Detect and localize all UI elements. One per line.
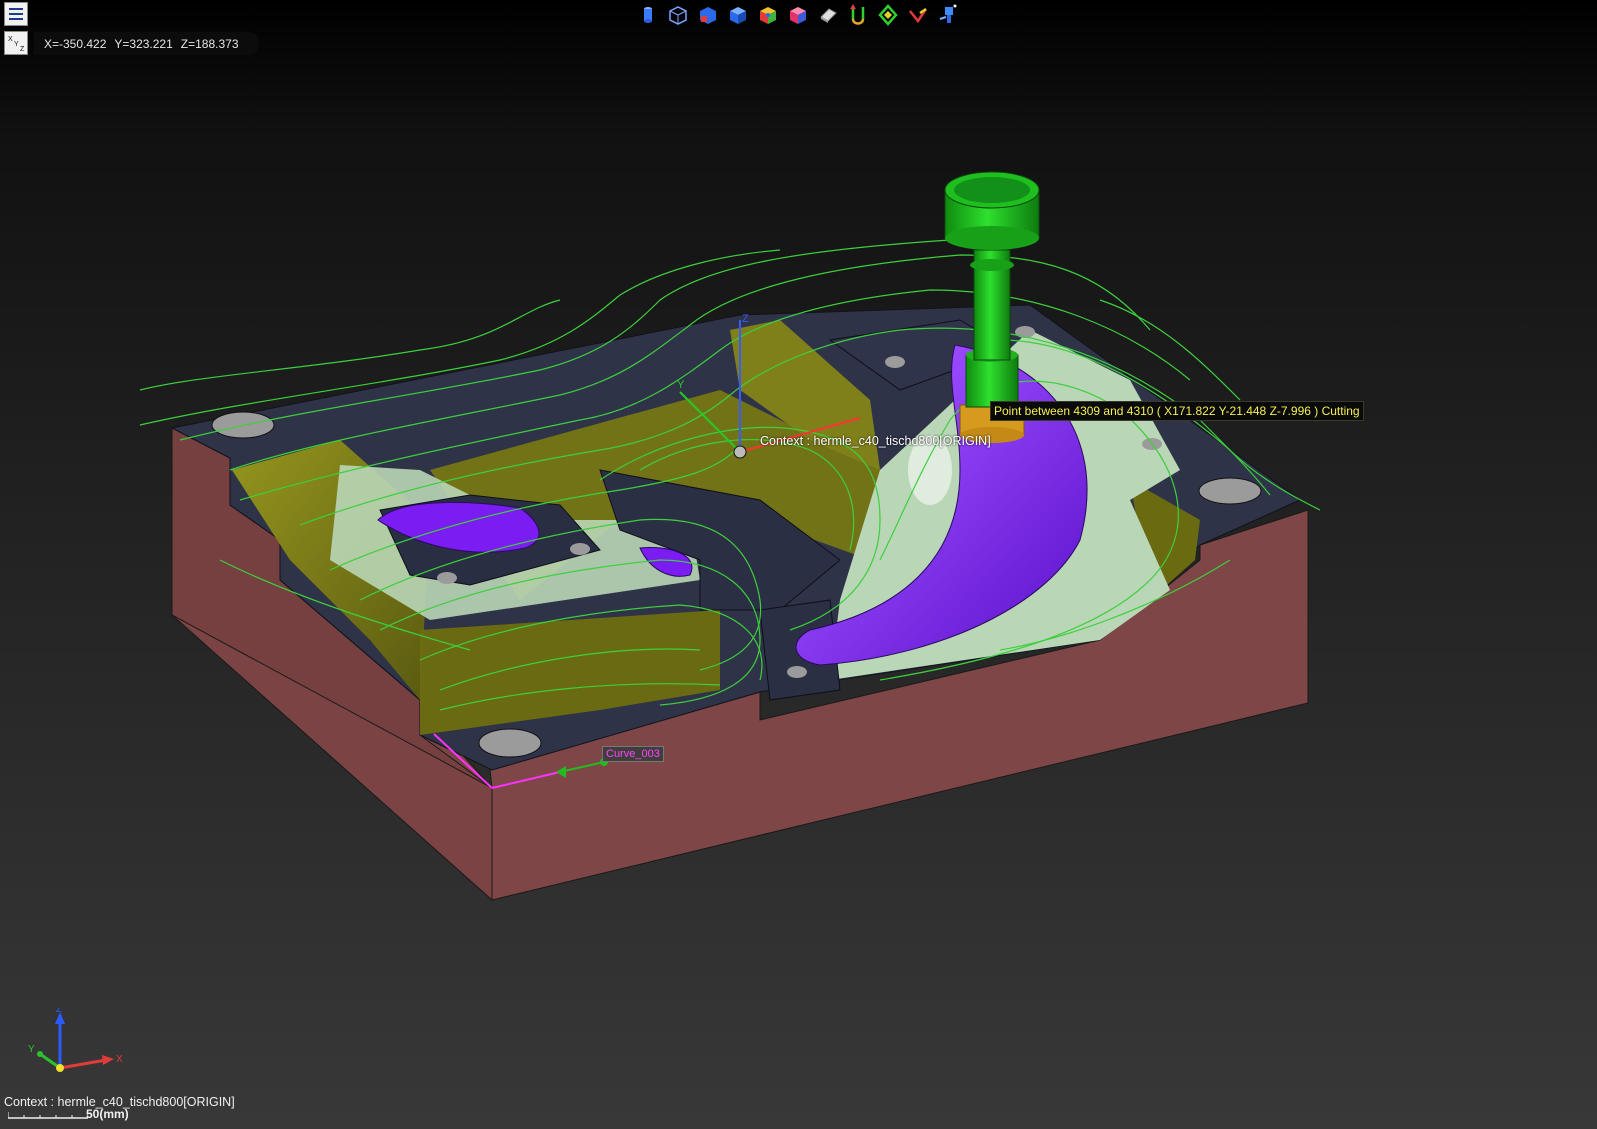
hole-small-1 (437, 572, 457, 584)
origin-axis-y: Y (677, 379, 685, 391)
triad-z-label: Z (56, 1008, 62, 1015)
coordinate-system-button[interactable]: X Y Z (4, 31, 28, 55)
path-diamond-icon[interactable] (876, 3, 900, 27)
triad-y-label: Y (28, 1044, 35, 1055)
hole-bottom-left (478, 728, 542, 758)
path-down-icon[interactable] (846, 3, 870, 27)
coord-y: Y=323.221 (114, 36, 173, 51)
curve-label[interactable]: Curve_003 (602, 746, 664, 762)
svg-text:X: X (8, 36, 13, 43)
eraser-icon[interactable] (816, 3, 840, 27)
axis-triad: Z X Y (28, 1008, 123, 1072)
cursor-coordinates: X=-350.422 Y=323.221 Z=188.373 (34, 32, 259, 55)
triad-x-label: X (116, 1054, 123, 1065)
svg-text:Y: Y (14, 41, 19, 48)
hole-small-3 (885, 356, 905, 368)
svg-text:Z: Z (20, 46, 25, 53)
box-cut-icon[interactable] (696, 3, 720, 27)
scale-bar (8, 1112, 88, 1119)
xyz-axes-icon: X Y Z (8, 36, 25, 53)
coord-x: X=-350.422 (44, 36, 107, 51)
hole-right (1198, 477, 1262, 505)
solid-box-icon[interactable] (726, 3, 750, 27)
stock-box-icon[interactable] (786, 3, 810, 27)
color-box-icon[interactable] (756, 3, 780, 27)
view-toolbar (636, 3, 960, 27)
coord-z: Z=188.373 (180, 36, 239, 51)
menu-icon (9, 8, 23, 20)
cad-viewport[interactable]: Y Z (0, 0, 1597, 1129)
wire-box-icon[interactable] (666, 3, 690, 27)
point-info-tooltip: Point between 4309 and 4310 ( X171.822 Y… (990, 401, 1364, 421)
hole-small-2 (570, 543, 590, 555)
origin-context-label: Context : hermle_c40_tischd800[ORIGIN] (760, 434, 991, 448)
hole-small-5 (787, 666, 807, 678)
tool-holder-icon[interactable] (936, 3, 960, 27)
scale-label: 50(mm) (86, 1107, 129, 1121)
path-reverse-icon[interactable] (906, 3, 930, 27)
cylinder-icon[interactable] (636, 3, 660, 27)
main-menu-button[interactable] (4, 2, 28, 26)
origin-axis-z: Z (742, 313, 749, 325)
